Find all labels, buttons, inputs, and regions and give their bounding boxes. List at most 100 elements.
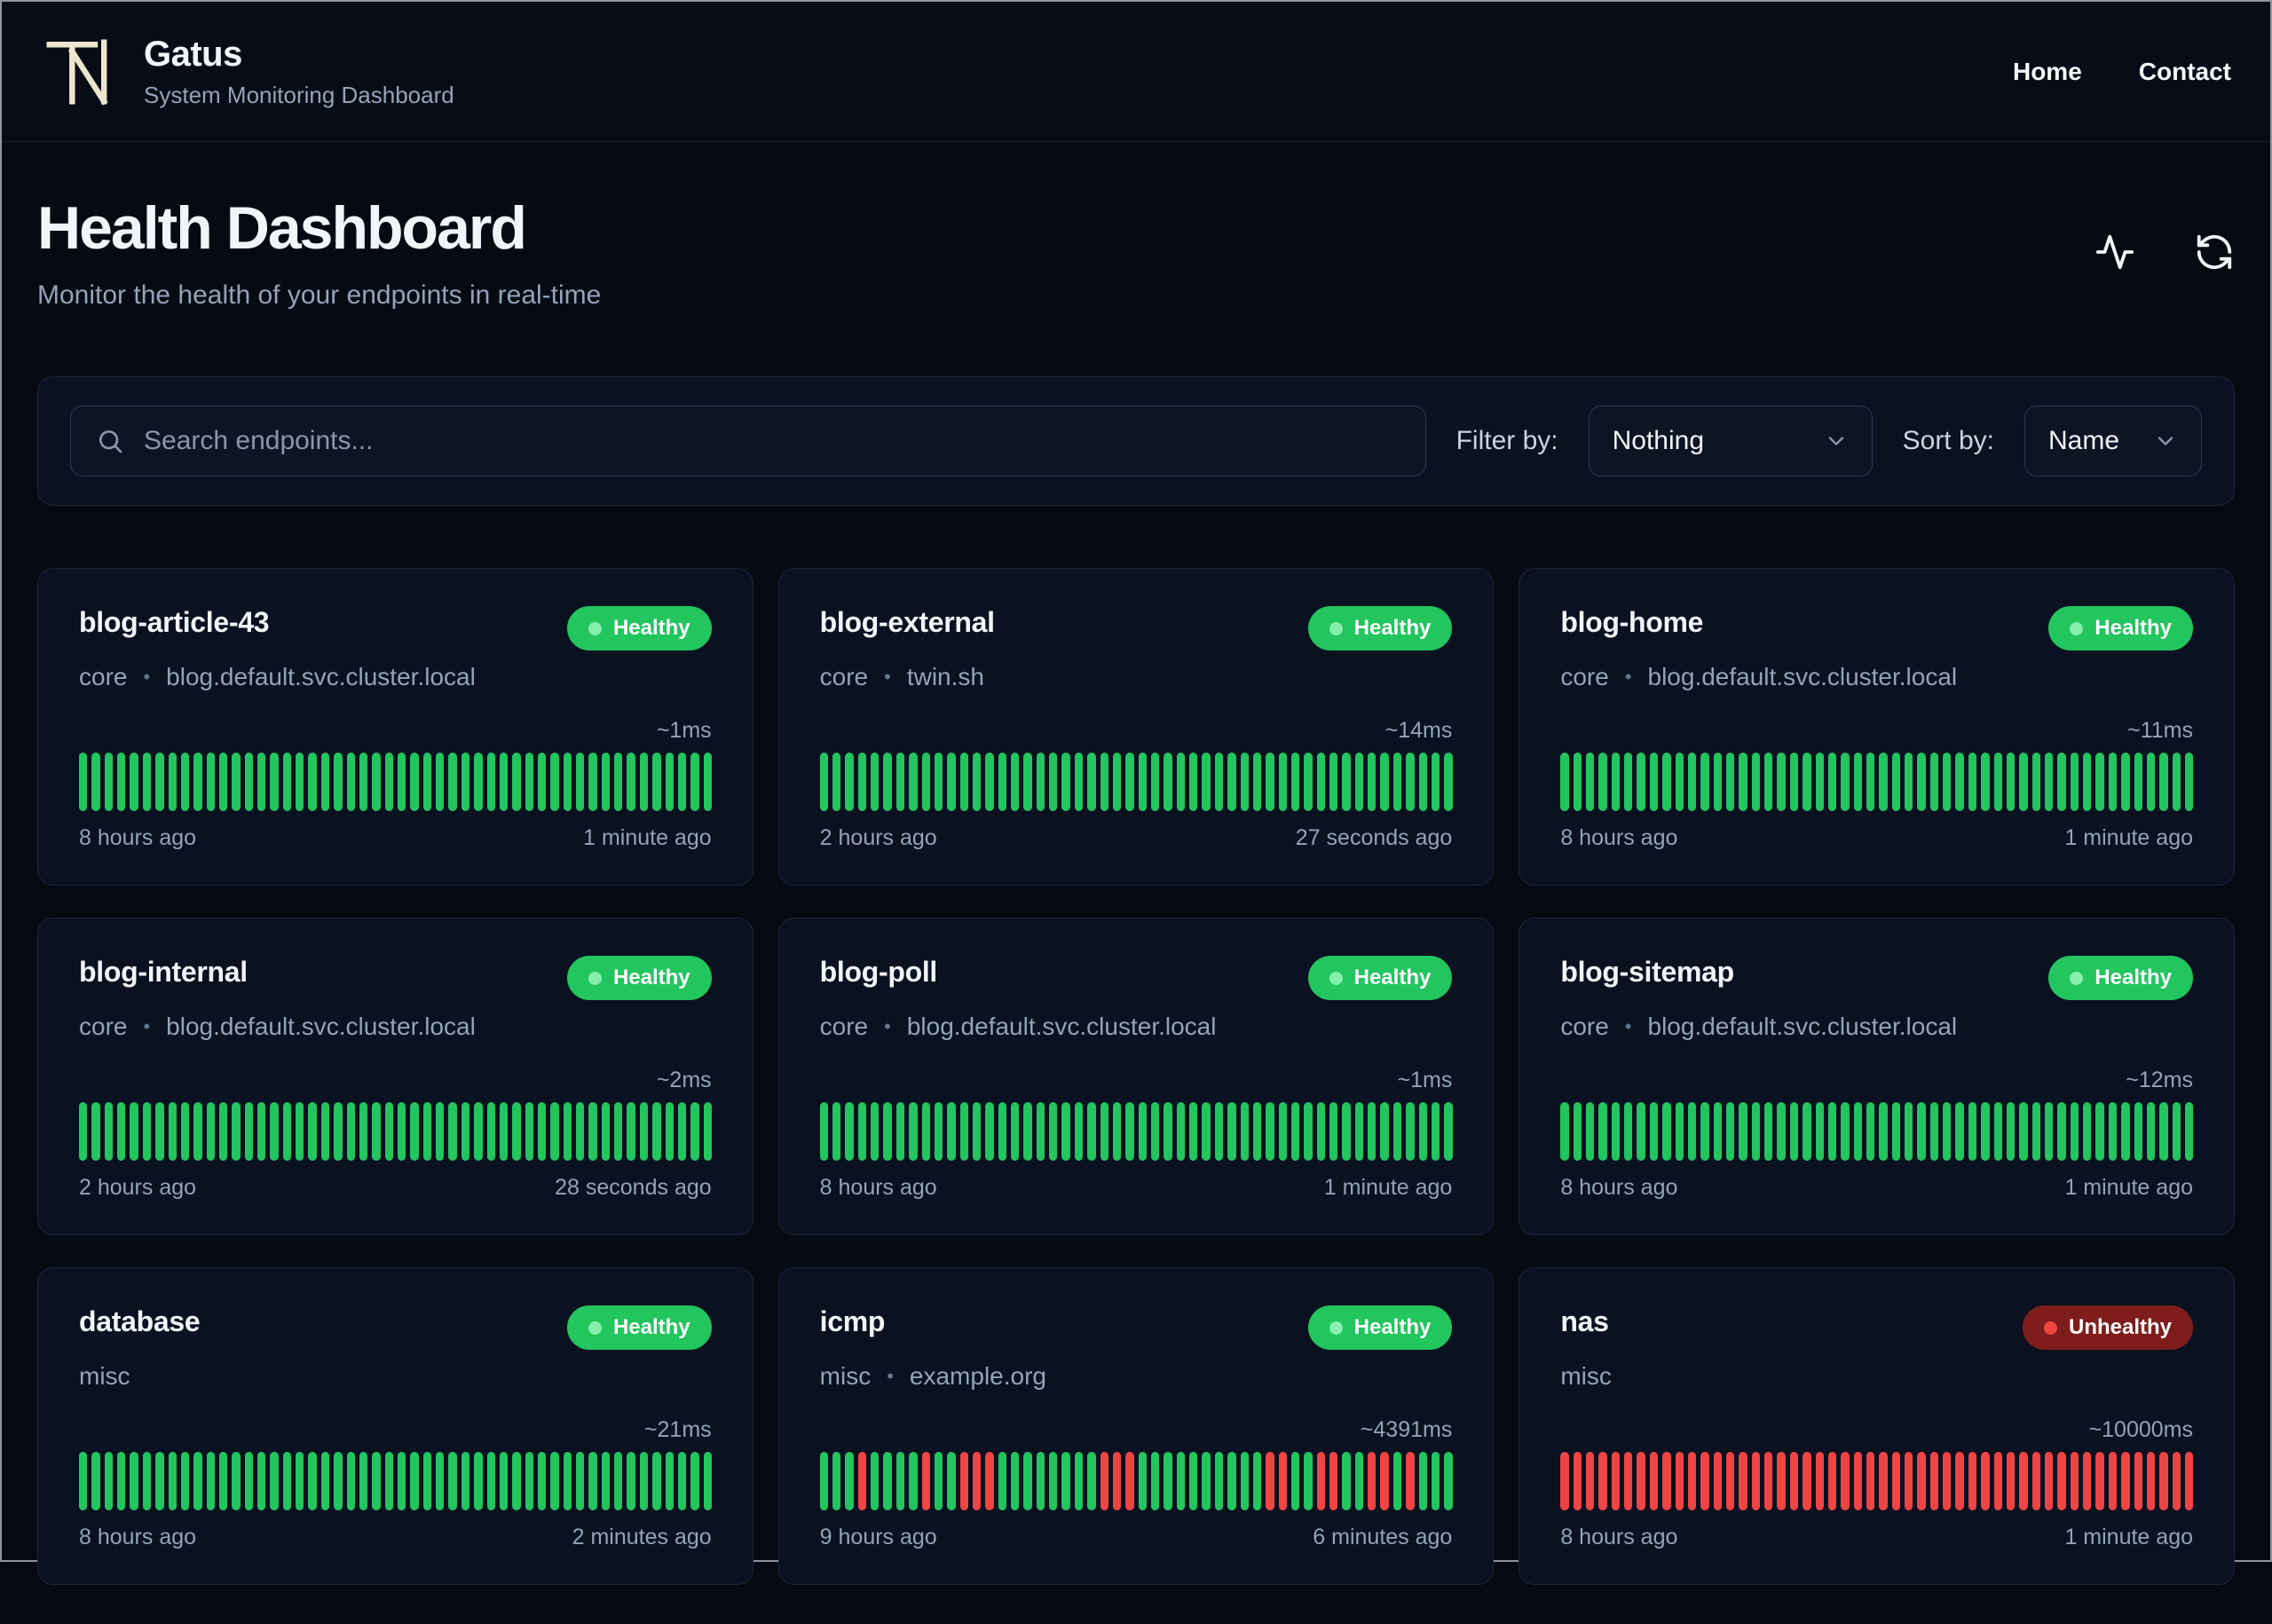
- health-bar[interactable]: [2134, 1452, 2142, 1510]
- health-bar[interactable]: [2031, 1452, 2040, 1510]
- health-bar[interactable]: [576, 1102, 585, 1161]
- health-bar[interactable]: [218, 1452, 228, 1510]
- endpoint-card[interactable]: nas Unhealthy misc ~10000ms 8 hours ago …: [1519, 1267, 2235, 1585]
- health-bar[interactable]: [1214, 1102, 1224, 1161]
- health-bar[interactable]: [1392, 753, 1402, 811]
- health-bar[interactable]: [1929, 753, 1939, 811]
- health-bar[interactable]: [282, 1102, 292, 1161]
- health-bar[interactable]: [359, 753, 368, 811]
- health-bar[interactable]: [857, 1102, 867, 1161]
- health-bar[interactable]: [871, 1452, 880, 1510]
- health-bar[interactable]: [422, 1102, 432, 1161]
- health-bar[interactable]: [563, 1452, 572, 1510]
- health-bar[interactable]: [1598, 753, 1607, 811]
- health-bar[interactable]: [652, 753, 661, 811]
- health-bar[interactable]: [1789, 1102, 1799, 1161]
- health-bar[interactable]: [1981, 1102, 1990, 1161]
- health-bar[interactable]: [1598, 1102, 1607, 1161]
- health-bar[interactable]: [104, 753, 114, 811]
- health-bar[interactable]: [486, 1102, 495, 1161]
- health-bar[interactable]: [537, 1102, 547, 1161]
- health-bar[interactable]: [1202, 1102, 1211, 1161]
- health-bar[interactable]: [180, 1452, 190, 1510]
- health-bar[interactable]: [2006, 753, 2016, 811]
- health-bar[interactable]: [1803, 753, 1811, 811]
- health-bar[interactable]: [384, 753, 393, 811]
- health-bar[interactable]: [1649, 1102, 1659, 1161]
- health-bar[interactable]: [1036, 1452, 1045, 1510]
- health-bar[interactable]: [959, 1452, 968, 1510]
- health-bar[interactable]: [2044, 753, 2054, 811]
- health-bar[interactable]: [921, 1102, 930, 1161]
- health-bar[interactable]: [461, 753, 470, 811]
- health-bar[interactable]: [1662, 1452, 1671, 1510]
- health-bar[interactable]: [627, 1452, 635, 1510]
- health-bar[interactable]: [1189, 1452, 1198, 1510]
- health-bar[interactable]: [588, 1452, 597, 1510]
- health-bar[interactable]: [448, 1452, 457, 1510]
- health-bar[interactable]: [857, 753, 867, 811]
- health-bar[interactable]: [665, 1452, 674, 1510]
- health-bar[interactable]: [1866, 753, 1875, 811]
- health-bar[interactable]: [436, 753, 445, 811]
- health-bar[interactable]: [985, 753, 994, 811]
- health-bar[interactable]: [1573, 753, 1582, 811]
- health-bar[interactable]: [1649, 753, 1659, 811]
- health-bar[interactable]: [550, 1102, 559, 1161]
- health-bar[interactable]: [652, 1102, 661, 1161]
- health-bar[interactable]: [639, 1102, 649, 1161]
- health-bar[interactable]: [998, 1452, 1007, 1510]
- health-bar[interactable]: [1138, 753, 1147, 811]
- health-bar[interactable]: [895, 753, 905, 811]
- health-bar[interactable]: [1329, 753, 1338, 811]
- health-bar[interactable]: [1803, 1452, 1811, 1510]
- health-bar[interactable]: [2057, 753, 2066, 811]
- health-bar[interactable]: [832, 1102, 841, 1161]
- health-bar[interactable]: [614, 1452, 623, 1510]
- health-bar[interactable]: [921, 753, 930, 811]
- health-bar[interactable]: [1917, 1452, 1926, 1510]
- health-bar[interactable]: [91, 1452, 100, 1510]
- endpoint-card[interactable]: database Healthy misc ~21ms 8 hours ago …: [37, 1267, 753, 1585]
- health-bar[interactable]: [461, 1452, 470, 1510]
- health-bar[interactable]: [588, 753, 597, 811]
- health-bar[interactable]: [639, 753, 649, 811]
- health-bar[interactable]: [601, 1102, 611, 1161]
- health-bar[interactable]: [79, 1102, 88, 1161]
- health-bar[interactable]: [627, 753, 635, 811]
- activity-icon[interactable]: [2094, 232, 2135, 272]
- health-bar[interactable]: [180, 753, 190, 811]
- health-bar[interactable]: [474, 1102, 483, 1161]
- health-bar[interactable]: [142, 1452, 152, 1510]
- health-bar[interactable]: [1789, 1452, 1799, 1510]
- health-bar[interactable]: [1853, 1102, 1862, 1161]
- health-bar[interactable]: [486, 753, 495, 811]
- health-bar[interactable]: [1968, 753, 1977, 811]
- health-bar[interactable]: [985, 1452, 994, 1510]
- health-bar[interactable]: [1392, 1102, 1402, 1161]
- health-bar[interactable]: [1777, 1452, 1786, 1510]
- health-bar[interactable]: [550, 1452, 559, 1510]
- health-bar[interactable]: [677, 1452, 687, 1510]
- search-input[interactable]: [144, 426, 1400, 456]
- health-bar[interactable]: [397, 1102, 406, 1161]
- health-bar[interactable]: [1700, 753, 1709, 811]
- health-bar[interactable]: [588, 1102, 597, 1161]
- health-bar[interactable]: [461, 1102, 470, 1161]
- health-bar[interactable]: [1125, 1452, 1134, 1510]
- health-bar[interactable]: [308, 1102, 317, 1161]
- health-bar[interactable]: [1993, 1452, 2002, 1510]
- health-bar[interactable]: [1151, 753, 1160, 811]
- health-bar[interactable]: [895, 1452, 905, 1510]
- health-bar[interactable]: [563, 753, 572, 811]
- health-bar[interactable]: [422, 1452, 432, 1510]
- nav-link-home[interactable]: Home: [2013, 58, 2082, 86]
- health-bar[interactable]: [1700, 1452, 1709, 1510]
- health-bar[interactable]: [1943, 1452, 1952, 1510]
- health-bar[interactable]: [1342, 1102, 1351, 1161]
- health-bar[interactable]: [512, 753, 521, 811]
- health-bar[interactable]: [117, 1452, 126, 1510]
- health-bar[interactable]: [1176, 1102, 1186, 1161]
- health-bar[interactable]: [2031, 753, 2040, 811]
- endpoint-card[interactable]: blog-poll Healthy core • blog.default.sv…: [777, 918, 1495, 1235]
